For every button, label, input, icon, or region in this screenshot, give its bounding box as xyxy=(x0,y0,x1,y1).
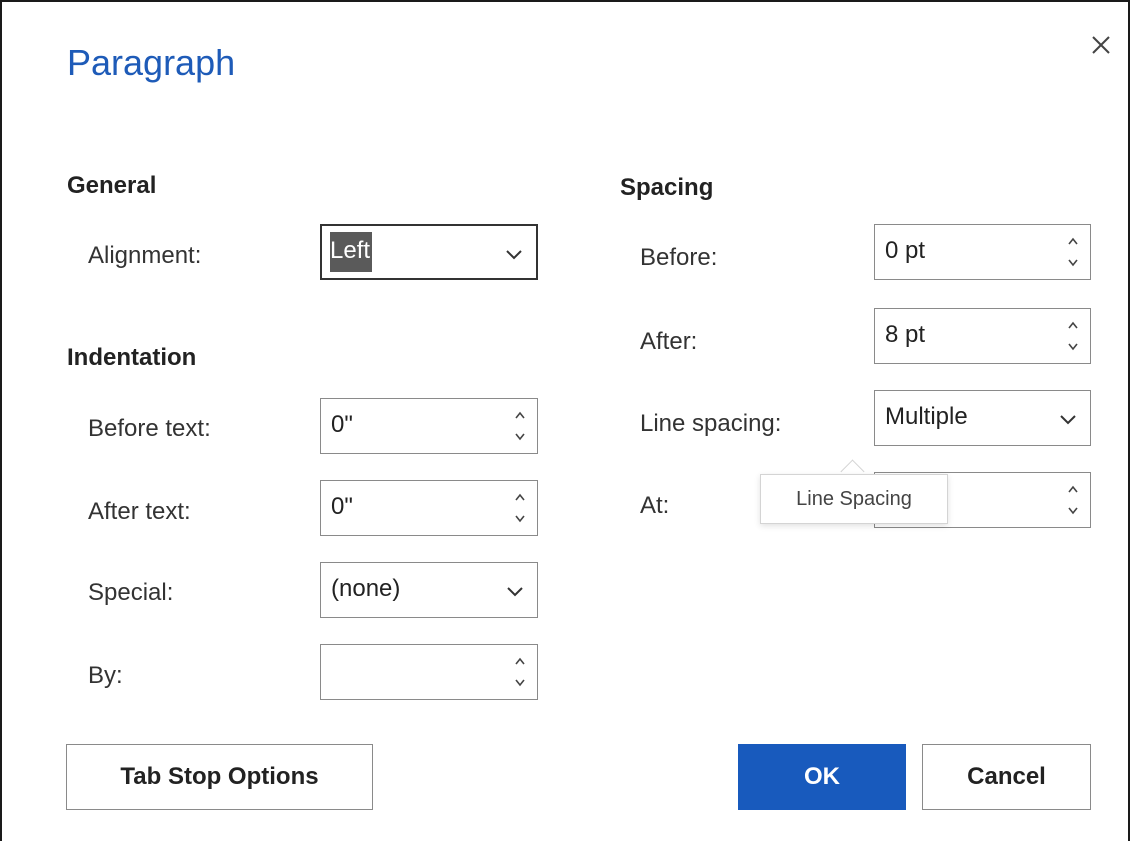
spacing-after-label: After: xyxy=(640,328,698,355)
after-text-value: 0" xyxy=(331,493,353,520)
spacing-before-value: 0 pt xyxy=(885,237,926,264)
by-label: By: xyxy=(88,662,123,689)
spinner-arrows xyxy=(1064,231,1082,275)
line-spacing-label: Line spacing: xyxy=(640,410,782,437)
alignment-label: Alignment: xyxy=(88,242,202,269)
indentation-heading: Indentation xyxy=(67,344,197,371)
chevron-down-icon xyxy=(507,587,523,597)
spin-down-icon[interactable] xyxy=(1064,257,1082,269)
spin-down-icon[interactable] xyxy=(1064,341,1082,353)
spin-up-icon[interactable] xyxy=(511,655,529,667)
spinner-arrows xyxy=(1064,479,1082,523)
spacing-before-label: Before: xyxy=(640,244,718,271)
cancel-button[interactable]: Cancel xyxy=(922,744,1091,810)
line-spacing-value: Multiple xyxy=(885,403,968,430)
special-label: Special: xyxy=(88,579,174,606)
spinner-arrows xyxy=(511,405,529,449)
by-stepper[interactable] xyxy=(320,644,538,700)
before-text-stepper[interactable]: 0" xyxy=(320,398,538,454)
spacing-after-value: 8 pt xyxy=(885,321,926,348)
spacing-heading: Spacing xyxy=(620,174,714,201)
after-text-label: After text: xyxy=(88,498,191,525)
at-label: At: xyxy=(640,492,670,519)
spinner-arrows xyxy=(511,487,529,531)
alignment-value: Left xyxy=(330,232,373,272)
spin-up-icon[interactable] xyxy=(1064,319,1082,331)
dialog-title: Paragraph xyxy=(67,42,236,83)
before-text-label: Before text: xyxy=(88,415,211,442)
alignment-select[interactable]: Left xyxy=(320,224,538,280)
line-spacing-select[interactable]: Multiple xyxy=(874,390,1091,446)
spin-up-icon[interactable] xyxy=(1064,235,1082,247)
tab-stop-options-button[interactable]: Tab Stop Options xyxy=(66,744,373,810)
spin-down-icon[interactable] xyxy=(1064,505,1082,517)
spin-up-icon[interactable] xyxy=(1064,483,1082,495)
before-text-value: 0" xyxy=(331,411,353,438)
spin-down-icon[interactable] xyxy=(511,677,529,689)
spin-down-icon[interactable] xyxy=(511,431,529,443)
spacing-before-stepper[interactable]: 0 pt xyxy=(874,224,1091,280)
spinner-arrows xyxy=(511,651,529,695)
paragraph-dialog: Paragraph General Alignment: Left Indent… xyxy=(0,0,1130,841)
spacing-after-stepper[interactable]: 8 pt xyxy=(874,308,1091,364)
line-spacing-tooltip: Line Spacing xyxy=(760,474,948,524)
spinner-arrows xyxy=(1064,315,1082,359)
chevron-down-icon xyxy=(1060,415,1076,425)
close-icon[interactable] xyxy=(1086,30,1116,60)
after-text-stepper[interactable]: 0" xyxy=(320,480,538,536)
spin-up-icon[interactable] xyxy=(511,491,529,503)
spin-down-icon[interactable] xyxy=(511,513,529,525)
spin-up-icon[interactable] xyxy=(511,409,529,421)
special-select[interactable]: (none) xyxy=(320,562,538,618)
chevron-down-icon xyxy=(506,250,522,260)
ok-button[interactable]: OK xyxy=(738,744,906,810)
general-heading: General xyxy=(67,172,157,199)
special-value: (none) xyxy=(331,575,401,602)
